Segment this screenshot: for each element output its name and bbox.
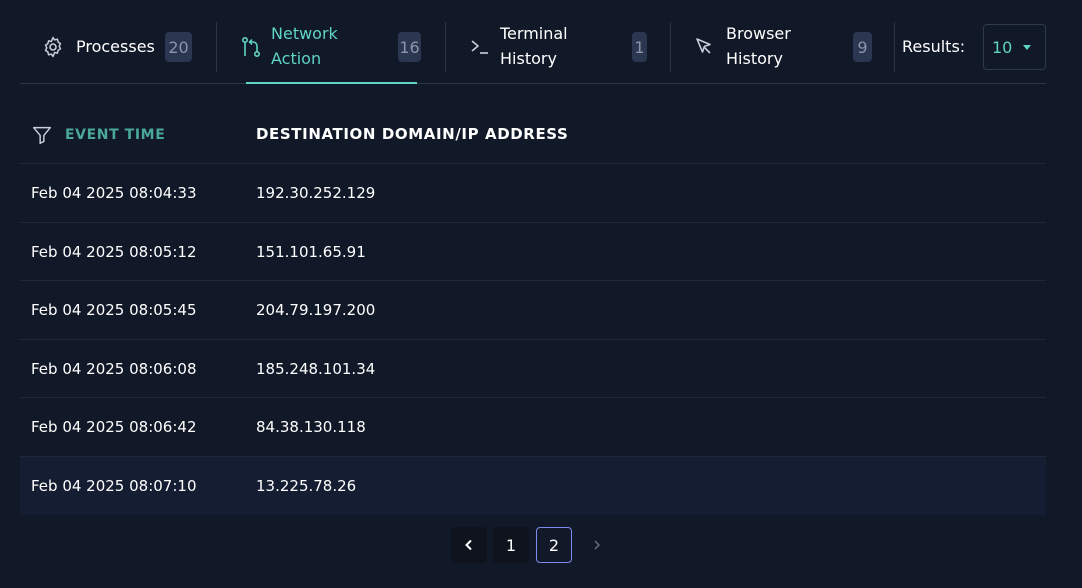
pagination: 1 2 bbox=[451, 527, 611, 563]
chevron-left-icon bbox=[465, 539, 472, 551]
gear-icon bbox=[44, 36, 62, 58]
table-header: EVENT TIME DESTINATION DOMAIN/IP ADDRESS bbox=[20, 106, 1046, 164]
results-label: Results: bbox=[902, 37, 966, 56]
tab-divider bbox=[894, 22, 895, 72]
table-row[interactable]: Feb 04 2025 08:06:42 84.38.130.118 bbox=[20, 398, 1046, 457]
table-row[interactable]: Feb 04 2025 08:05:45 204.79.197.200 bbox=[20, 281, 1046, 340]
terminal-icon bbox=[471, 40, 488, 54]
event-time-cell: Feb 04 2025 08:06:08 bbox=[31, 359, 197, 378]
git-branch-icon bbox=[241, 36, 261, 57]
tab-terminal-label-line2: History bbox=[500, 49, 557, 68]
tab-terminal-history[interactable]: Terminal History 1 bbox=[466, 10, 670, 84]
prev-page-button[interactable] bbox=[451, 527, 487, 563]
destination-cell: 13.225.78.26 bbox=[256, 476, 357, 495]
results-per-page-value: 10 bbox=[992, 37, 1013, 57]
destination-cell: 192.30.252.129 bbox=[256, 184, 376, 202]
page-button-2[interactable]: 2 bbox=[536, 527, 572, 563]
destination-cell: 204.79.197.200 bbox=[256, 301, 376, 319]
tab-divider bbox=[670, 22, 671, 72]
event-time-cell: Feb 04 2025 08:05:45 bbox=[31, 301, 197, 319]
tab-processes[interactable]: Processes 20 bbox=[20, 10, 216, 84]
table-row[interactable]: Feb 04 2025 08:04:33 192.30.252.129 bbox=[20, 164, 1046, 223]
tab-divider bbox=[216, 22, 217, 72]
tab-processes-count: 20 bbox=[165, 32, 192, 62]
cursor-icon bbox=[696, 38, 711, 54]
results-per-page-select[interactable]: 10 bbox=[983, 24, 1046, 70]
tab-network-count: 16 bbox=[398, 32, 421, 62]
table-row[interactable]: Feb 04 2025 08:05:12 151.101.65.91 bbox=[20, 223, 1046, 281]
tab-processes-label: Processes bbox=[76, 37, 155, 56]
page-button-1[interactable]: 1 bbox=[493, 527, 529, 563]
tab-terminal-label-line1: Terminal bbox=[500, 24, 568, 43]
tab-network-action[interactable]: Network Action 16 bbox=[241, 10, 421, 84]
table-row[interactable]: Feb 04 2025 08:06:08 185.248.101.34 bbox=[20, 340, 1046, 398]
event-time-cell: Feb 04 2025 08:06:42 bbox=[31, 418, 197, 436]
tab-browser-label-line1: Browser bbox=[726, 24, 791, 43]
network-events-table: EVENT TIME DESTINATION DOMAIN/IP ADDRESS… bbox=[20, 106, 1046, 515]
tab-terminal-count: 1 bbox=[632, 32, 647, 62]
tab-bar: Processes 20 Network Action 16 Terminal … bbox=[20, 10, 1046, 84]
tab-browser-history[interactable]: Browser History 9 bbox=[690, 10, 894, 84]
destination-cell: 84.38.130.118 bbox=[256, 418, 366, 436]
tab-browser-label-line2: History bbox=[726, 49, 783, 68]
tab-network-label-line2: Action bbox=[271, 49, 322, 68]
active-tab-indicator bbox=[246, 82, 417, 84]
event-time-cell: Feb 04 2025 08:05:12 bbox=[31, 242, 197, 261]
event-time-cell: Feb 04 2025 08:07:10 bbox=[31, 476, 197, 495]
destination-cell: 185.248.101.34 bbox=[256, 359, 376, 378]
caret-down-icon bbox=[1023, 45, 1031, 50]
table-row[interactable]: Feb 04 2025 08:07:10 13.225.78.26 bbox=[20, 456, 1046, 515]
tab-network-label-line1: Network bbox=[271, 24, 338, 43]
column-header-destination[interactable]: DESTINATION DOMAIN/IP ADDRESS bbox=[256, 125, 568, 143]
column-header-event-time[interactable]: EVENT TIME bbox=[65, 126, 165, 144]
event-time-cell: Feb 04 2025 08:04:33 bbox=[31, 184, 197, 202]
tab-divider bbox=[445, 22, 446, 72]
next-page-button[interactable] bbox=[579, 527, 615, 563]
chevron-right-icon bbox=[594, 540, 601, 550]
destination-cell: 151.101.65.91 bbox=[256, 242, 366, 261]
filter-icon[interactable] bbox=[31, 124, 53, 146]
tab-browser-count: 9 bbox=[853, 32, 872, 62]
